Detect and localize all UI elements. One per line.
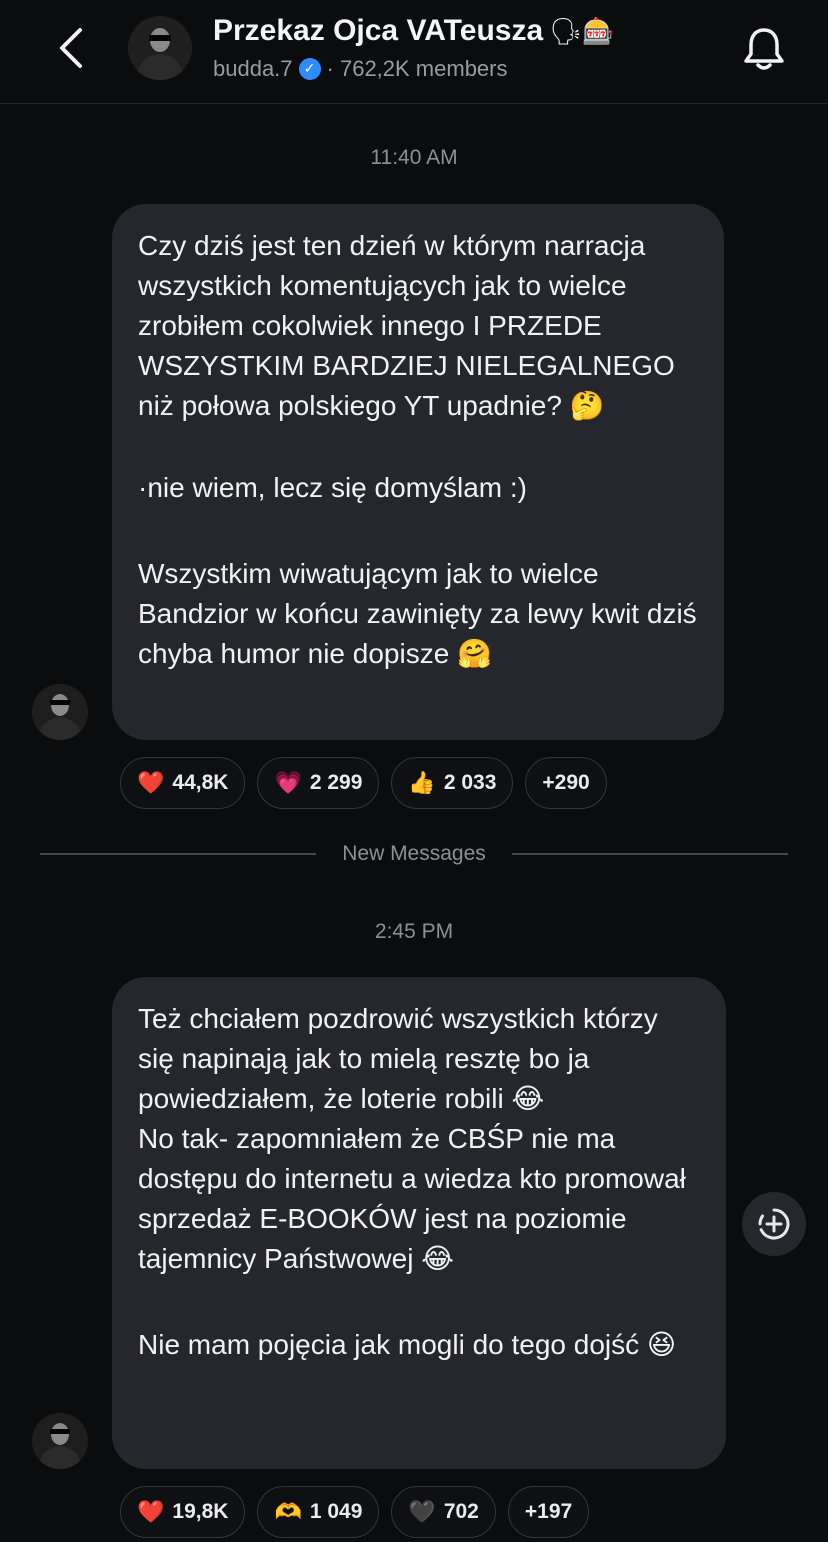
reaction-count: 44,8K	[172, 771, 229, 794]
message-paragraph: Nie mam pojęcia jak mogli do tego dojść …	[138, 1329, 677, 1360]
reaction-chip-more[interactable]: +197	[507, 1486, 590, 1538]
sender-avatar[interactable]	[32, 1413, 88, 1469]
add-reaction-button[interactable]	[742, 1192, 806, 1256]
notifications-button[interactable]	[740, 24, 788, 74]
reaction-more-count: +290	[542, 771, 590, 794]
reaction-bar: ❤️ 19,8K 🫶 1 049 🖤 702 +197	[120, 1486, 590, 1538]
reaction-chip-heart-hands[interactable]: 🫶 1 049	[257, 1486, 380, 1538]
reaction-chip-heart[interactable]: ❤️ 19,8K	[120, 1486, 246, 1538]
reaction-count: 1 049	[309, 1500, 363, 1523]
message-paragraph: Też chciałem pozdrowić wszystkich którzy…	[138, 1003, 686, 1274]
red-heart-icon: ❤️	[137, 770, 165, 796]
bell-icon	[744, 28, 784, 70]
reaction-count: 2 299	[309, 771, 363, 794]
message-paragraph: Czy dziś jest ten dzień w którym narracj…	[138, 230, 683, 421]
reaction-count: 2 033	[443, 771, 497, 794]
message-bubble[interactable]: Też chciałem pozdrowić wszystkich którzy…	[112, 977, 726, 1469]
reaction-chip-thumbs-up[interactable]: 👍 2 033	[391, 757, 514, 809]
reaction-count: 702	[443, 1500, 479, 1523]
title-emoji: 🗣🎰	[549, 17, 615, 47]
channel-header: Przekaz Ojca VATeusza 🗣🎰 budda.7 ✓ · 762,…	[0, 0, 828, 104]
avatar-image	[128, 16, 192, 80]
channel-title[interactable]: Przekaz Ojca VATeusza 🗣🎰	[213, 14, 615, 48]
reaction-more-count: +197	[524, 1500, 573, 1523]
black-heart-icon: 🖤	[408, 1499, 436, 1525]
pink-heart-icon: 💗	[274, 770, 302, 796]
reaction-chip-heart[interactable]: ❤️ 44,8K	[120, 757, 246, 809]
thumbs-up-icon: 👍	[408, 770, 436, 796]
avatar-image	[32, 1413, 88, 1469]
avatar-image	[32, 684, 88, 740]
back-button[interactable]	[52, 24, 96, 72]
owner-username[interactable]: budda.7	[213, 56, 293, 82]
message-timestamp: 2:45 PM	[374, 920, 454, 943]
add-reaction-icon	[758, 1208, 790, 1240]
channel-subtitle: budda.7 ✓ · 762,2K members	[213, 56, 508, 82]
member-count: · 762,2K members	[326, 56, 508, 81]
reaction-count: 19,8K	[172, 1500, 229, 1523]
channel-title-text: Przekaz Ojca VATeusza	[213, 14, 544, 47]
channel-avatar[interactable]	[128, 16, 192, 80]
heart-hands-icon: 🫶	[274, 1499, 302, 1525]
divider-line-right	[512, 853, 788, 855]
message-paragraph: Wszystkim wiwatującym jak to wielce Band…	[138, 558, 705, 669]
message-bubble[interactable]: Czy dziś jest ten dzień w którym narracj…	[112, 204, 724, 740]
reaction-chip-black-heart[interactable]: 🖤 702	[391, 1486, 496, 1538]
sender-avatar[interactable]	[32, 684, 88, 740]
reaction-chip-more[interactable]: +290	[525, 757, 607, 809]
chevron-left-icon	[60, 28, 82, 68]
reaction-bar: ❤️ 44,8K 💗 2 299 👍 2 033 +290	[120, 757, 607, 809]
red-heart-icon: ❤️	[137, 1499, 165, 1525]
reaction-chip-pink-heart[interactable]: 💗 2 299	[257, 757, 380, 809]
message-paragraph: ·nie wiem, lecz się domyślam :)	[138, 472, 527, 503]
message-timestamp: 11:40 AM	[370, 146, 458, 169]
verified-badge-icon: ✓	[298, 58, 321, 80]
